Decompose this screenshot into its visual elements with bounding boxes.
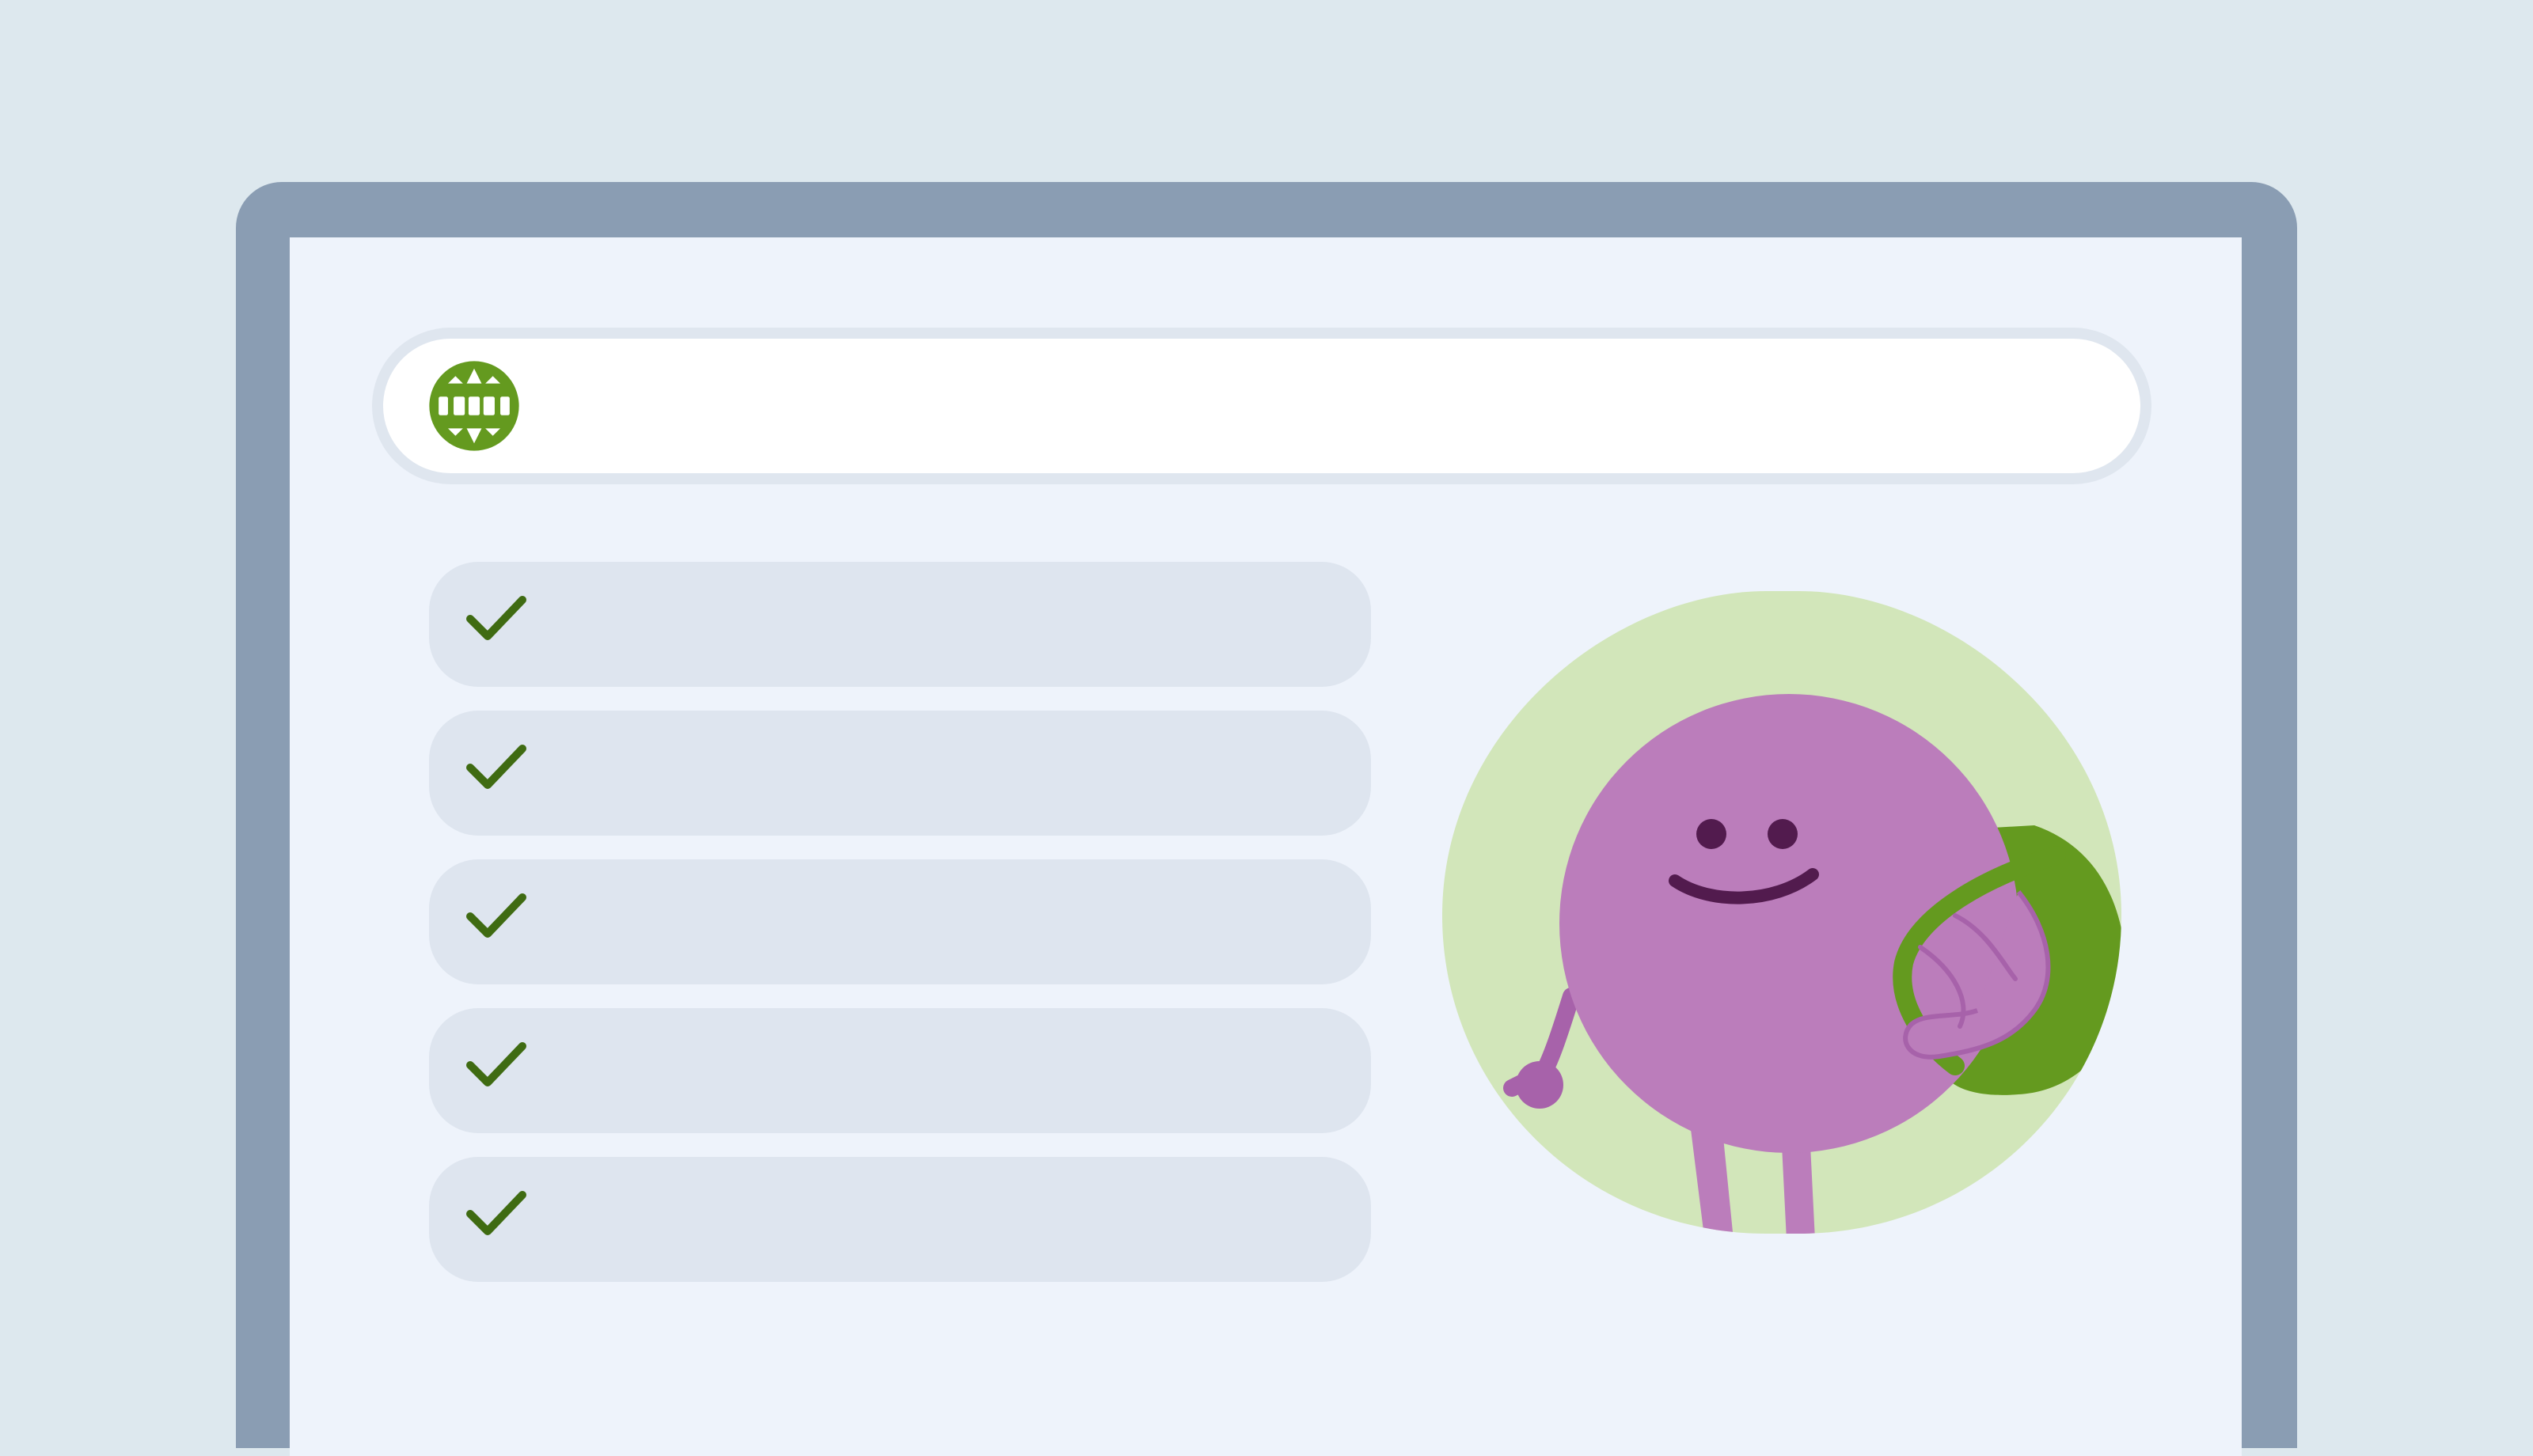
mascot-illustration xyxy=(1442,591,2121,1234)
browser-viewport xyxy=(290,237,2242,1456)
address-bar[interactable] xyxy=(372,328,2151,484)
checklist-item xyxy=(429,562,1371,687)
mascot-eye xyxy=(1768,819,1798,849)
checklist-item xyxy=(429,1157,1371,1282)
check-icon xyxy=(466,1042,526,1086)
mascot-hand xyxy=(1516,1061,1563,1109)
checklist-item xyxy=(429,1008,1371,1133)
mascot-body xyxy=(1559,694,2018,1153)
checklist-item xyxy=(429,859,1371,984)
checklist xyxy=(429,562,1371,1306)
globe-icon xyxy=(429,361,519,451)
browser-window-frame xyxy=(236,182,2297,1456)
check-icon xyxy=(466,596,526,640)
checklist-item xyxy=(429,711,1371,836)
check-icon xyxy=(466,893,526,938)
check-icon xyxy=(466,1191,526,1235)
mascot-eye xyxy=(1696,819,1726,849)
check-icon xyxy=(466,745,526,789)
